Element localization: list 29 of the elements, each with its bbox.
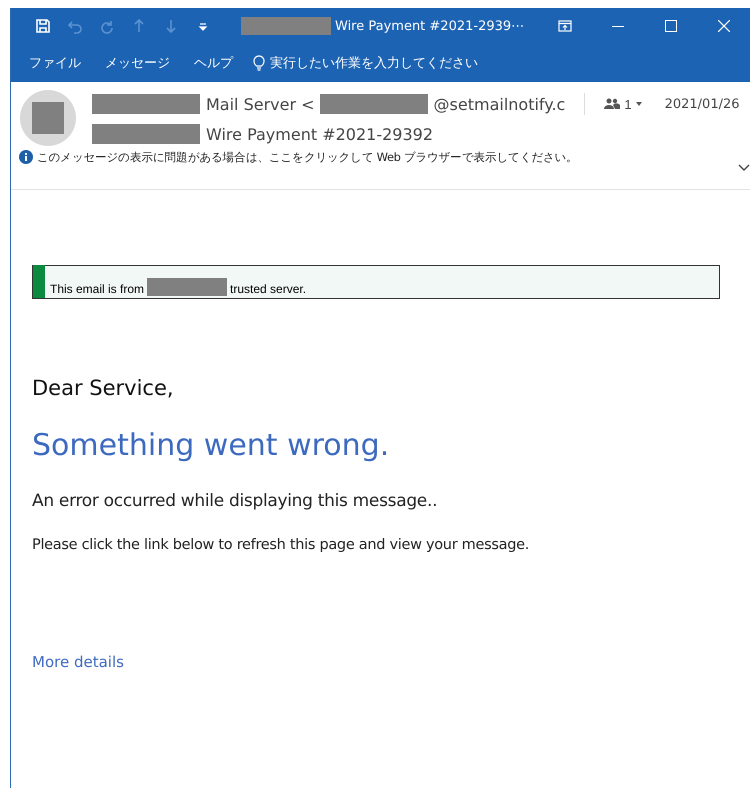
banner-text: This email is from	[50, 282, 144, 296]
window-title: Wire Payment #2021-2939⋯	[335, 18, 524, 34]
info-message[interactable]: このメッセージの表示に問題がある場合は、ここをクリックして Web ブラウザーで表示してください。	[37, 150, 578, 165]
info-icon	[19, 150, 33, 164]
maximize-icon	[664, 20, 676, 32]
menu-tab[interactable]: メッセージ	[93, 48, 182, 78]
ribbon-display-icon	[558, 20, 572, 32]
status-stripe	[33, 265, 45, 298]
subject-text: Wire Payment #2021-29392	[206, 124, 433, 144]
banner-text: trusted server.	[230, 282, 306, 296]
menu-tab[interactable]: ヘルプ	[182, 48, 245, 78]
tell-me-field[interactable]: 実行したい作業を入力してください	[253, 55, 510, 71]
close-icon	[718, 20, 730, 32]
people-icon	[604, 98, 620, 110]
lightbulb-icon	[253, 55, 265, 71]
recipients-button[interactable]: 1	[600, 96, 646, 112]
caret-icon	[636, 102, 642, 106]
redo-icon	[99, 18, 115, 34]
menu-tab[interactable]: ファイル	[17, 48, 93, 78]
instruction-text: Please click the link below to refresh this page and view your message.	[32, 537, 530, 553]
sender-address: @setmailnotify.c	[434, 94, 566, 114]
chevron-down-icon[interactable]	[738, 164, 750, 172]
date-text: 2021/01/26	[664, 96, 740, 112]
greeting-text: Dear Service,	[32, 376, 175, 400]
heading: Something went wrong.	[32, 428, 390, 463]
more-details-link[interactable]: More details	[32, 653, 124, 671]
error-text: An error occurred while displaying this message..	[32, 491, 438, 511]
save-icon	[35, 18, 51, 34]
sender-name: Mail Server <	[206, 94, 315, 114]
